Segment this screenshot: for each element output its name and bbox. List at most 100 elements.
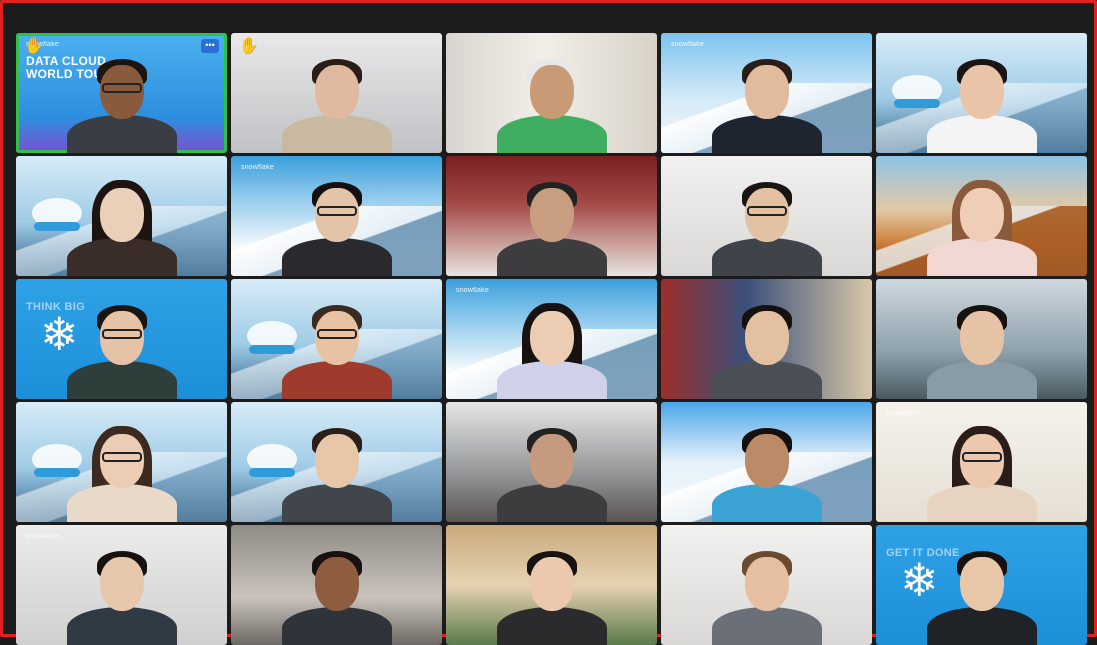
participant-video	[66, 53, 177, 153]
participant-torso	[66, 115, 177, 153]
participant-face	[744, 557, 789, 611]
participant-tile[interactable]	[16, 402, 227, 522]
participant-torso	[66, 484, 177, 522]
raised-hand-icon: ✋	[24, 38, 44, 55]
participant-video	[711, 299, 822, 399]
participant-video	[711, 545, 822, 645]
participant-tile[interactable]	[661, 525, 872, 645]
participant-tile[interactable]	[16, 156, 227, 276]
participant-tile[interactable]: snowflake	[16, 525, 227, 645]
participant-tile[interactable]	[446, 402, 657, 522]
participant-torso	[281, 607, 392, 645]
participant-torso	[926, 484, 1037, 522]
participant-torso	[496, 607, 607, 645]
participant-tile[interactable]: snowflake	[231, 156, 442, 276]
participant-tile[interactable]	[661, 279, 872, 399]
participant-face	[529, 65, 574, 119]
meeting-window: snowflake DATA CLOUD WORLD TOUR ✋ ••• ✋ snowf…	[0, 0, 1097, 645]
participant-tile[interactable]: ✋	[231, 33, 442, 153]
participant-torso	[711, 484, 822, 522]
participant-video	[496, 53, 607, 153]
participant-tile[interactable]	[231, 525, 442, 645]
participant-video	[711, 176, 822, 276]
participant-video	[926, 176, 1037, 276]
participant-video	[711, 422, 822, 522]
glasses-icon	[101, 83, 142, 93]
participant-torso	[66, 361, 177, 399]
participant-torso	[926, 238, 1037, 276]
participant-face	[314, 65, 359, 119]
participant-tile[interactable]: snowflake DATA CLOUD WORLD TOUR ✋ •••	[16, 33, 227, 153]
participant-face	[314, 434, 359, 488]
participant-face	[959, 65, 1004, 119]
participant-torso	[711, 115, 822, 153]
participant-face	[314, 557, 359, 611]
participant-torso	[496, 115, 607, 153]
participant-face	[529, 188, 574, 242]
participant-face	[744, 65, 789, 119]
participant-tile[interactable]	[661, 402, 872, 522]
participant-torso	[711, 607, 822, 645]
participant-video	[66, 176, 177, 276]
participant-tile[interactable]	[446, 525, 657, 645]
participant-face	[529, 557, 574, 611]
glasses-icon	[101, 329, 142, 339]
participant-face	[959, 311, 1004, 365]
participant-video	[496, 176, 607, 276]
background-logo-text: snowflake	[26, 533, 59, 540]
participant-torso	[926, 115, 1037, 153]
glasses-icon	[316, 329, 357, 339]
participant-torso	[926, 361, 1037, 399]
participant-tile[interactable]	[661, 156, 872, 276]
participant-video	[711, 53, 822, 153]
raised-hand-icon: ✋	[239, 38, 259, 55]
participant-torso	[926, 607, 1037, 645]
participant-tile[interactable]: snowflake	[661, 33, 872, 153]
participant-torso	[711, 361, 822, 399]
participant-torso	[496, 238, 607, 276]
participant-video	[281, 53, 392, 153]
participant-video	[66, 299, 177, 399]
participant-tile[interactable]	[446, 156, 657, 276]
participant-torso	[66, 238, 177, 276]
participant-tile[interactable]	[876, 33, 1087, 153]
participant-tile[interactable]	[446, 33, 657, 153]
participant-video	[926, 545, 1037, 645]
participant-face	[99, 557, 144, 611]
participant-tile[interactable]: snowflake	[876, 402, 1087, 522]
participant-torso	[281, 238, 392, 276]
participant-torso	[496, 361, 607, 399]
participant-video	[281, 299, 392, 399]
participant-grid: snowflake DATA CLOUD WORLD TOUR ✋ ••• ✋ snowf…	[16, 33, 1087, 645]
participant-tile[interactable]	[876, 279, 1087, 399]
participant-face	[959, 188, 1004, 242]
participant-face	[529, 311, 574, 365]
participant-video	[66, 545, 177, 645]
participant-tile[interactable]	[231, 402, 442, 522]
participant-torso	[281, 115, 392, 153]
participant-face	[99, 188, 144, 242]
participant-torso	[281, 484, 392, 522]
background-logo-text: snowflake	[886, 410, 919, 417]
glasses-icon	[101, 452, 142, 462]
participant-tile[interactable]	[876, 156, 1087, 276]
participant-video	[496, 299, 607, 399]
tile-menu-button[interactable]: •••	[201, 39, 219, 53]
glasses-icon	[316, 206, 357, 216]
participant-video	[281, 545, 392, 645]
participant-tile[interactable]: ❄ THINK BIG	[16, 279, 227, 399]
participant-video	[281, 422, 392, 522]
participant-tile[interactable]: snowflake	[446, 279, 657, 399]
participant-video	[496, 545, 607, 645]
participant-video	[66, 422, 177, 522]
participant-tile[interactable]: ❄ GET IT DONE	[876, 525, 1087, 645]
participant-tile[interactable]	[231, 279, 442, 399]
participant-video	[926, 299, 1037, 399]
glasses-icon	[961, 452, 1002, 462]
participant-face	[959, 557, 1004, 611]
background-logo-text: snowflake	[241, 164, 274, 171]
participant-video	[496, 422, 607, 522]
background-logo-text: snowflake	[671, 41, 704, 48]
participant-torso	[496, 484, 607, 522]
participant-video	[281, 176, 392, 276]
